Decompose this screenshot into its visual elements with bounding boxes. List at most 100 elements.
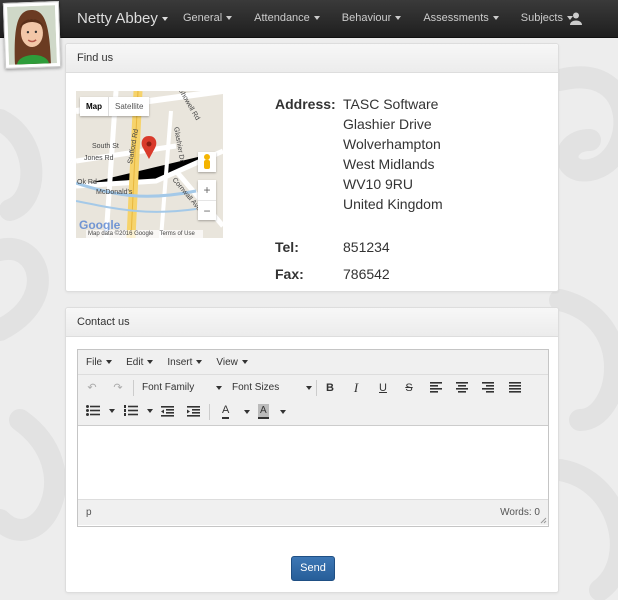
- redo-icon[interactable]: ↷: [110, 379, 126, 397]
- nav-label: Behaviour: [341, 12, 392, 24]
- underline-icon[interactable]: U: [375, 379, 391, 397]
- menu-label: View: [216, 356, 238, 368]
- undo-icon[interactable]: ↶: [84, 379, 100, 397]
- background-color-button[interactable]: A: [256, 403, 286, 421]
- map-type-satellite-button[interactable]: Satellite: [108, 97, 149, 116]
- nav-attendance[interactable]: Attendance: [254, 12, 320, 24]
- font-size-label: Font Sizes: [232, 382, 280, 393]
- align-right-icon[interactable]: [482, 382, 494, 393]
- toolbar-separator: [209, 404, 210, 420]
- chevron-down-icon: [106, 359, 113, 364]
- send-button[interactable]: Send: [291, 556, 335, 581]
- nav-label: Assessments: [423, 12, 489, 24]
- strikethrough-icon[interactable]: S: [401, 379, 417, 397]
- map[interactable]: Showell Rd South St Jones Rd Stafford Rd…: [76, 91, 223, 238]
- editor-toolbar: ↶ ↷ Font Family Font Sizes B I U S A A: [78, 375, 548, 426]
- font-family-label: Font Family: [142, 382, 195, 393]
- find-us-panel: Find us Showell Rd South St Jones Rd Sta…: [65, 43, 559, 292]
- nav-label: Attendance: [254, 12, 310, 24]
- zoom-controls: + −: [198, 180, 216, 220]
- tel-value: 851234: [343, 239, 390, 255]
- menu-label: Edit: [126, 356, 144, 368]
- font-size-select[interactable]: Font Sizes: [232, 379, 312, 397]
- menu-view[interactable]: View: [216, 357, 248, 368]
- chevron-down-icon: [147, 359, 154, 364]
- map-type-toggle: Map Satellite: [80, 97, 150, 116]
- bullet-list-button[interactable]: [86, 405, 116, 419]
- toolbar-separator: [133, 380, 134, 396]
- element-path[interactable]: p: [86, 507, 92, 518]
- menu-file[interactable]: File: [86, 356, 113, 368]
- chevron-down-icon: [161, 17, 168, 22]
- align-center-icon[interactable]: [456, 382, 468, 393]
- user-icon[interactable]: [570, 12, 582, 25]
- indent-icon[interactable]: [187, 406, 200, 417]
- word-count: Words: 0: [500, 507, 540, 518]
- zoom-in-button[interactable]: +: [198, 180, 216, 200]
- text-color-icon: A: [222, 403, 230, 419]
- tel-label: Tel:: [275, 239, 299, 255]
- map-label: South St: [92, 143, 119, 150]
- chevron-down-icon: [226, 16, 233, 21]
- address-line: United Kingdom: [343, 196, 443, 212]
- avatar-photo: [7, 5, 57, 65]
- chevron-down-icon: [244, 410, 250, 414]
- background-color-icon: A: [258, 404, 269, 419]
- chevron-down-icon: [109, 409, 115, 413]
- chevron-down-icon: [395, 16, 402, 21]
- map-footer: Map data ©2016 Google Terms of Use: [86, 230, 203, 238]
- menu-insert[interactable]: Insert: [167, 356, 203, 368]
- numbered-list-button[interactable]: [124, 405, 154, 419]
- menu-edit[interactable]: Edit: [126, 356, 154, 368]
- zoom-out-button[interactable]: −: [198, 200, 216, 220]
- rich-text-editor: File Edit Insert View ↶ ↷ Font Family Fo…: [77, 349, 549, 527]
- nav-label: Subjects: [520, 12, 563, 24]
- outdent-icon[interactable]: [161, 406, 174, 417]
- align-left-icon[interactable]: [430, 382, 442, 393]
- map-label: Ok Rd: [77, 179, 97, 186]
- map-type-map-button[interactable]: Map: [80, 97, 108, 116]
- contact-us-heading: Contact us: [66, 308, 558, 337]
- nav-assessments[interactable]: Assessments: [423, 12, 499, 24]
- main-menu: General Attendance Behaviour Assessments…: [183, 12, 595, 24]
- user-menu[interactable]: Netty Abbey: [77, 10, 168, 27]
- resize-handle-icon[interactable]: [540, 517, 547, 524]
- toolbar-separator: [316, 380, 317, 396]
- map-data-credit: Map data ©2016 Google: [88, 231, 154, 237]
- avatar[interactable]: [2, 1, 62, 69]
- bold-icon[interactable]: B: [322, 379, 338, 397]
- italic-icon[interactable]: I: [348, 379, 364, 397]
- chevron-down-icon: [306, 386, 312, 390]
- chevron-down-icon: [492, 16, 499, 21]
- map-terms-link[interactable]: Terms of Use: [159, 231, 194, 237]
- bullet-list-icon: [86, 405, 100, 416]
- chevron-down-icon: [216, 386, 222, 390]
- numbered-list-icon: [124, 405, 138, 416]
- text-color-button[interactable]: A: [220, 403, 250, 421]
- map-label: McDonald's: [96, 189, 133, 196]
- editor-menubar: File Edit Insert View: [78, 350, 548, 375]
- chevron-down-icon: [196, 359, 203, 364]
- font-family-select[interactable]: Font Family: [142, 379, 222, 397]
- address-line: West Midlands: [343, 156, 435, 172]
- address-label: Address:: [275, 96, 336, 112]
- message-editor-body[interactable]: [78, 426, 548, 499]
- nav-label: General: [183, 12, 223, 24]
- top-navbar: Netty Abbey General Attendance Behaviour…: [0, 0, 618, 38]
- nav-general[interactable]: General: [183, 12, 233, 24]
- address-line: Glashier Drive: [343, 116, 432, 132]
- menu-label: Insert: [167, 356, 193, 368]
- map-label: Jones Rd: [84, 155, 114, 162]
- nav-behaviour[interactable]: Behaviour: [342, 12, 402, 24]
- chevron-down-icon: [280, 410, 286, 414]
- justify-icon[interactable]: [509, 382, 521, 393]
- street-view-icon[interactable]: [198, 152, 216, 172]
- chevron-down-icon: [241, 359, 248, 364]
- address-line: Wolverhampton: [343, 136, 441, 152]
- chevron-down-icon: [147, 409, 153, 413]
- menu-label: File: [86, 356, 103, 368]
- find-us-heading: Find us: [66, 44, 558, 73]
- address-line: TASC Software: [343, 96, 439, 112]
- address-line: WV10 9RU: [343, 176, 414, 192]
- nav-subjects[interactable]: Subjects: [521, 12, 573, 24]
